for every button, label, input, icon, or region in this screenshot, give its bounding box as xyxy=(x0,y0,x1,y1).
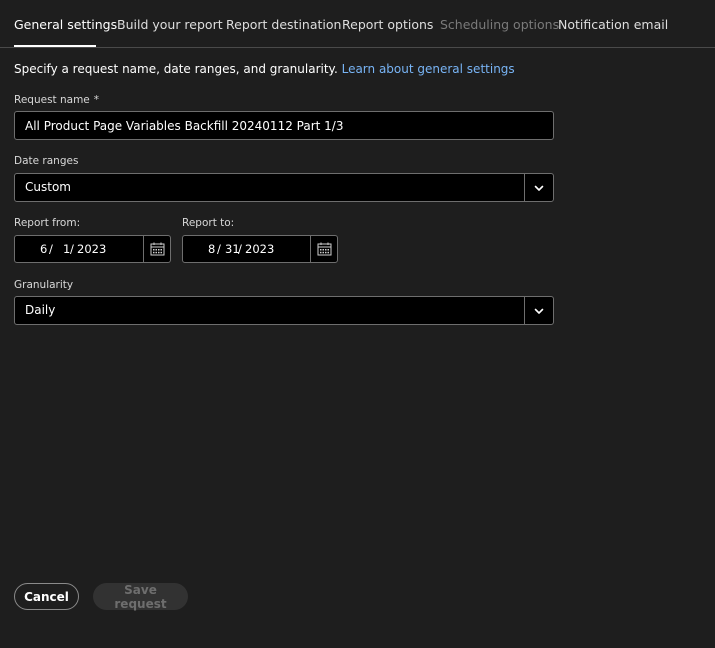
learn-more-link[interactable]: Learn about general settings xyxy=(342,62,515,76)
date-ranges-label: Date ranges xyxy=(14,155,79,167)
report-to-label: Report to: xyxy=(182,217,235,229)
report-to-year[interactable]: 2023 xyxy=(245,242,274,256)
report-to-month[interactable]: 8 xyxy=(208,242,215,256)
tab-build-your-report[interactable]: Build your report xyxy=(117,17,223,32)
report-from-label: Report from: xyxy=(14,217,81,229)
request-name-field[interactable] xyxy=(14,111,554,140)
granularity-dropdown-button[interactable] xyxy=(524,297,553,324)
report-from-separator-1: / xyxy=(49,242,53,256)
granularity-value: Daily xyxy=(25,303,56,317)
report-from-date-field[interactable]: 6 / 1 / 2023 xyxy=(14,235,171,263)
report-from-calendar-button[interactable] xyxy=(143,236,170,262)
granularity-label: Granularity xyxy=(14,279,74,291)
tab-report-options[interactable]: Report options xyxy=(342,17,433,32)
calendar-icon xyxy=(317,242,331,256)
report-to-date-field[interactable]: 8 / 31 / 2023 xyxy=(182,235,338,263)
tab-report-destination[interactable]: Report destination xyxy=(226,17,341,32)
tab-bar: General settings Build your report Repor… xyxy=(0,0,715,48)
save-request-button: Save request xyxy=(93,583,188,611)
date-ranges-dropdown-button[interactable] xyxy=(524,174,553,201)
report-from-year[interactable]: 2023 xyxy=(77,242,106,256)
tab-general-settings[interactable]: General settings xyxy=(14,17,117,32)
request-name-label: Request name * xyxy=(14,94,99,106)
required-indicator: * xyxy=(93,94,100,106)
report-to-separator-1: / xyxy=(217,242,221,256)
active-tab-indicator xyxy=(14,45,96,47)
report-to-separator-2: / xyxy=(238,242,242,256)
request-name-label-text: Request name xyxy=(14,94,90,106)
tab-scheduling-options: Scheduling options xyxy=(440,17,560,32)
request-name-input[interactable] xyxy=(15,112,553,139)
report-from-separator-2: / xyxy=(70,242,74,256)
report-from-month[interactable]: 6 xyxy=(40,242,47,256)
date-ranges-value: Custom xyxy=(25,180,71,194)
intro-description: Specify a request name, date ranges, and… xyxy=(14,62,338,76)
tab-notification-email[interactable]: Notification email xyxy=(558,17,668,32)
report-to-calendar-button[interactable] xyxy=(310,236,337,262)
date-ranges-select[interactable]: Custom xyxy=(14,173,554,202)
calendar-icon xyxy=(150,242,164,256)
intro-text: Specify a request name, date ranges, and… xyxy=(14,62,515,76)
granularity-select[interactable]: Daily xyxy=(14,296,554,325)
chevron-down-icon xyxy=(534,308,544,314)
cancel-button[interactable]: Cancel xyxy=(14,583,79,610)
chevron-down-icon xyxy=(534,185,544,191)
